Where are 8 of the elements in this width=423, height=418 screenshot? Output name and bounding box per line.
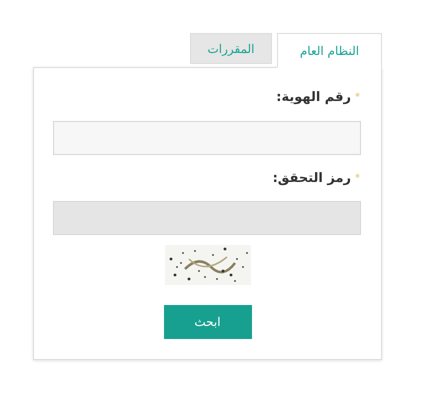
search-button[interactable]: ابحث bbox=[164, 305, 252, 339]
tab[interactable]: النظام العام bbox=[277, 33, 382, 68]
field-label: رقم الهوية: bbox=[276, 89, 351, 107]
tab[interactable]: المقررات bbox=[190, 33, 272, 64]
required-mark: * bbox=[355, 172, 360, 186]
required-mark: * bbox=[355, 91, 360, 106]
input-field[interactable] bbox=[53, 120, 361, 154]
field-label: رمز التحقق: bbox=[272, 170, 351, 188]
